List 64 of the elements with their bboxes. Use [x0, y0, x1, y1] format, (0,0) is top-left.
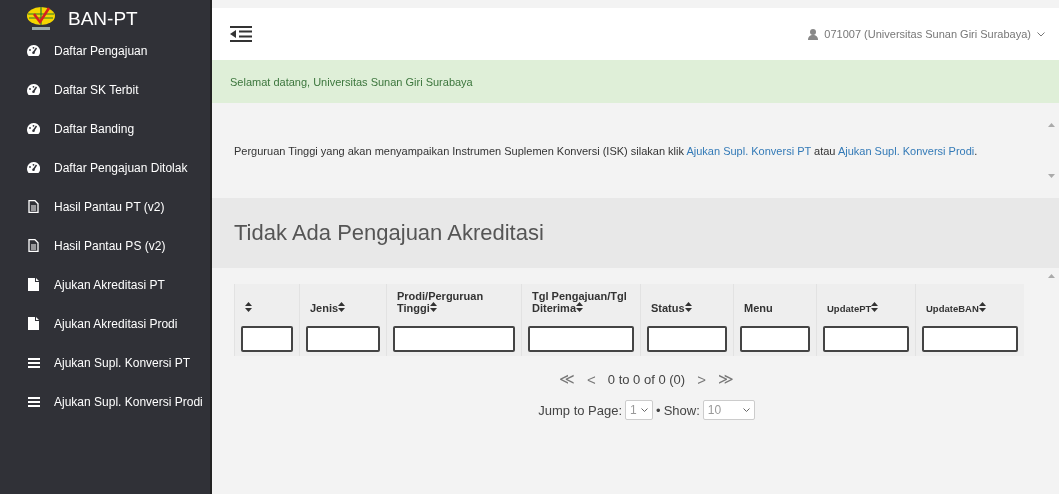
- filter-field[interactable]: [922, 326, 1018, 352]
- gauge-icon: [27, 84, 40, 95]
- sidebar-item[interactable]: Daftar Banding: [0, 109, 210, 148]
- section-heading: Tidak Ada Pengajuan Akreditasi: [234, 220, 544, 246]
- filter-field[interactable]: [528, 326, 634, 352]
- chevron-down-icon: [742, 408, 750, 412]
- scroll-up-icon: [1048, 123, 1055, 127]
- sidebar-item[interactable]: Hasil Pantau PS (v2): [0, 226, 210, 265]
- sort-icon: [429, 302, 437, 312]
- file-icon: [28, 317, 39, 330]
- chevron-down-icon: [1037, 31, 1045, 37]
- column-header: Menu: [733, 284, 817, 322]
- column-header[interactable]: Prodi/Perguruan Tinggi: [386, 284, 522, 322]
- previous-page-button[interactable]: <: [587, 370, 596, 388]
- sidebar-item[interactable]: Ajukan Akreditasi Prodi: [0, 304, 210, 343]
- user-icon: [808, 28, 819, 40]
- file-icon: [28, 278, 39, 291]
- next-page-button[interactable]: >: [697, 370, 706, 388]
- sort-icon: [245, 302, 252, 312]
- sidebar-item[interactable]: Ajukan Supl. Konversi PT: [0, 343, 210, 382]
- sidebar-item[interactable]: Daftar Pengajuan: [0, 31, 210, 70]
- filter-field[interactable]: [740, 326, 810, 352]
- page-range: 0 to 0 of 0 (0): [607, 371, 686, 387]
- first-page-button[interactable]: ≪: [559, 370, 576, 388]
- sort-icon: [978, 302, 986, 312]
- notice-text: Perguruan Tinggi yang akan menyampaikan Instrumen Suplemen Konversi (ISK) silakan klik Ajukan Supl. Konversi PT atau Ajukan Supl. Konversi Prodi.: [234, 144, 978, 157]
- column-header[interactable]: Tgl Pengajuan/Tgl Diterima: [521, 284, 641, 322]
- column-header[interactable]: Status: [640, 284, 734, 322]
- gauge-icon: [27, 123, 40, 134]
- sort-icon: [871, 302, 879, 312]
- column-header[interactable]: UpdatePT: [816, 284, 916, 322]
- sidebar-item[interactable]: Ajukan Akreditasi PT: [0, 265, 210, 304]
- filter-field[interactable]: [306, 326, 380, 352]
- scroll-up-icon: [1048, 274, 1055, 278]
- sidebar-item[interactable]: Ajukan Supl. Konversi Prodi: [0, 382, 210, 421]
- logo-icon: [26, 5, 56, 32]
- scroll-down-icon: [1048, 174, 1055, 178]
- brand-name: BAN-PT: [68, 7, 138, 30]
- jump-label: Jump to Page:: [538, 402, 623, 418]
- menu-icon[interactable]: [230, 26, 252, 42]
- document-icon: [28, 239, 39, 252]
- list-icon: [27, 357, 40, 368]
- filter-field[interactable]: [393, 326, 515, 352]
- filter-field[interactable]: [241, 326, 293, 352]
- column-header[interactable]: Jenis: [299, 284, 387, 322]
- chevron-down-icon: [641, 408, 649, 412]
- list-icon: [27, 396, 40, 407]
- gauge-icon: [27, 162, 40, 173]
- filter-field[interactable]: [647, 326, 727, 352]
- document-icon: [28, 200, 39, 213]
- sidebar-item[interactable]: Daftar SK Terbit: [0, 70, 210, 109]
- welcome-message: Selamat datang, Universitas Sunan Giri Surabaya: [230, 75, 473, 88]
- sidebar-item[interactable]: Daftar Pengajuan Ditolak: [0, 148, 210, 187]
- sort-icon: [684, 302, 692, 312]
- show-label: Show:: [663, 402, 700, 418]
- filter-field[interactable]: [823, 326, 909, 352]
- column-header[interactable]: UpdateBAN: [915, 284, 1024, 322]
- last-page-button[interactable]: ≫: [717, 370, 734, 388]
- sort-icon: [576, 302, 584, 312]
- sidebar-item[interactable]: Hasil Pantau PT (v2): [0, 187, 210, 226]
- gauge-icon: [27, 45, 40, 56]
- sort-icon: [338, 302, 346, 312]
- link[interactable]: Ajukan Supl. Konversi PT: [686, 144, 811, 157]
- separator: •: [656, 402, 661, 418]
